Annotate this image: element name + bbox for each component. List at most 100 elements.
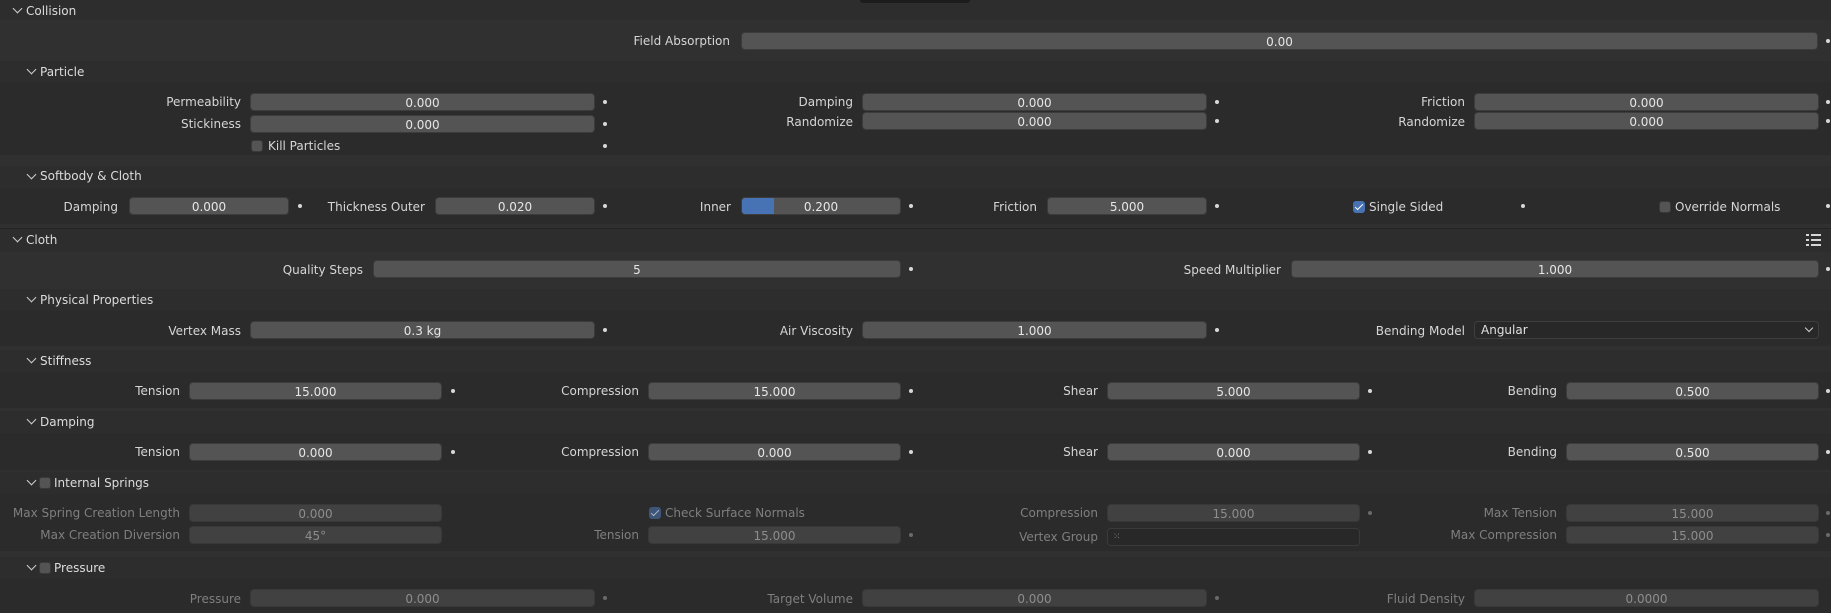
particle-friction-field[interactable]: 0.000 bbox=[1474, 93, 1819, 111]
damping-compression-label: Compression bbox=[561, 445, 639, 459]
speed-multiplier-label: Speed Multiplier bbox=[1183, 263, 1281, 277]
pressure-keyframe-dot[interactable] bbox=[603, 596, 607, 600]
stickiness-label: Stickiness bbox=[180, 117, 241, 131]
collision-panel-header[interactable] bbox=[0, 0, 1831, 20]
damping-compression-keyframe-dot[interactable] bbox=[909, 450, 913, 454]
is-compression-keyframe-dot[interactable] bbox=[1368, 511, 1372, 515]
damping-tension-keyframe-dot[interactable] bbox=[451, 450, 455, 454]
stickiness-field[interactable]: 0.000 bbox=[250, 115, 595, 133]
thickness-outer-field[interactable]: 0.020 bbox=[435, 197, 595, 215]
permeability-keyframe-dot[interactable] bbox=[603, 100, 607, 104]
permeability-field[interactable]: 0.000 bbox=[250, 93, 595, 111]
physical-properties-subpanel-header[interactable] bbox=[0, 289, 1831, 311]
internal-springs-title: Internal Springs bbox=[54, 476, 150, 490]
max-compression-keyframe-dot[interactable] bbox=[1826, 533, 1830, 537]
target-volume-keyframe-dot[interactable] bbox=[1215, 596, 1219, 600]
is-tension-label: Tension bbox=[594, 528, 639, 542]
stiffness-tension-field[interactable]: 15.000 bbox=[189, 382, 442, 400]
particle-friction-label: Friction bbox=[1421, 95, 1465, 109]
vertex-group-label: Vertex Group bbox=[1019, 530, 1098, 544]
pressure-subpanel-header[interactable] bbox=[0, 557, 1831, 579]
friction-randomize-keyframe-dot[interactable] bbox=[1826, 119, 1830, 123]
speed-multiplier-field[interactable]: 1.000 bbox=[1291, 260, 1819, 278]
inner-keyframe-dot[interactable] bbox=[909, 204, 913, 208]
max-tension-keyframe-dot[interactable] bbox=[1826, 511, 1830, 515]
internal-springs-enable-checkbox[interactable] bbox=[39, 477, 51, 489]
damping-subpanel-header[interactable] bbox=[0, 411, 1831, 433]
quality-steps-keyframe-dot[interactable] bbox=[909, 267, 913, 271]
stickiness-keyframe-dot[interactable] bbox=[603, 122, 607, 126]
damping-bending-keyframe-dot[interactable] bbox=[1826, 450, 1830, 454]
check-surface-normals-checkbox[interactable] bbox=[649, 507, 661, 519]
is-compression-label: Compression bbox=[1020, 506, 1098, 520]
stiffness-compression-keyframe-dot[interactable] bbox=[909, 389, 913, 393]
max-creation-diversion-field[interactable]: 45° bbox=[189, 526, 442, 544]
collision-title: Collision bbox=[26, 4, 77, 18]
target-volume-field[interactable]: 0.000 bbox=[862, 589, 1207, 607]
max-compression-field[interactable]: 15.000 bbox=[1566, 526, 1819, 544]
vertex-group-field[interactable]: ⁙ bbox=[1107, 528, 1360, 546]
single-sided-checkbox[interactable] bbox=[1353, 201, 1365, 213]
pressure-label: Pressure bbox=[189, 592, 241, 606]
air-viscosity-field[interactable]: 1.000 bbox=[862, 321, 1207, 339]
particle-damping-keyframe-dot[interactable] bbox=[1215, 100, 1219, 104]
list-icon[interactable] bbox=[1806, 233, 1822, 247]
stiffness-tension-keyframe-dot[interactable] bbox=[451, 389, 455, 393]
friction-randomize-field[interactable]: 0.000 bbox=[1474, 112, 1819, 130]
stiffness-bending-field[interactable]: 0.500 bbox=[1566, 382, 1819, 400]
damping-bending-field[interactable]: 0.500 bbox=[1566, 443, 1819, 461]
damping-shear-keyframe-dot[interactable] bbox=[1368, 450, 1372, 454]
stiffness-shear-keyframe-dot[interactable] bbox=[1368, 389, 1372, 393]
sb-damping-keyframe-dot[interactable] bbox=[298, 204, 302, 208]
air-viscosity-keyframe-dot[interactable] bbox=[1215, 328, 1219, 332]
damping-randomize-keyframe-dot[interactable] bbox=[1215, 119, 1219, 123]
sb-friction-keyframe-dot[interactable] bbox=[1215, 204, 1219, 208]
sb-friction-field[interactable]: 5.000 bbox=[1047, 197, 1207, 215]
thickness-outer-keyframe-dot[interactable] bbox=[603, 204, 607, 208]
single-sided-label: Single Sided bbox=[1369, 200, 1444, 214]
stiffness-tension-label: Tension bbox=[135, 384, 180, 398]
pressure-enable-checkbox[interactable] bbox=[39, 562, 51, 574]
pressure-field[interactable]: 0.000 bbox=[250, 589, 595, 607]
cloth-panel-header[interactable] bbox=[0, 228, 1831, 253]
override-normals-keyframe-dot[interactable] bbox=[1826, 204, 1830, 208]
bending-model-label: Bending Model bbox=[1375, 324, 1465, 338]
sb-damping-field[interactable]: 0.000 bbox=[129, 197, 289, 215]
max-tension-field[interactable]: 15.000 bbox=[1566, 504, 1819, 522]
bending-model-dropdown[interactable]: Angular bbox=[1474, 321, 1819, 339]
speed-multiplier-keyframe-dot[interactable] bbox=[1826, 267, 1830, 271]
max-spring-creation-length-field[interactable]: 0.000 bbox=[189, 504, 442, 522]
top-edge-widget bbox=[860, 0, 970, 3]
kill-particles-checkbox[interactable] bbox=[251, 140, 263, 152]
override-normals-checkbox[interactable] bbox=[1659, 201, 1671, 213]
kill-particles-keyframe-dot[interactable] bbox=[603, 144, 607, 148]
vertex-mass-keyframe-dot[interactable] bbox=[603, 328, 607, 332]
fluid-density-field[interactable]: 0.0000 bbox=[1474, 589, 1819, 607]
stiffness-compression-label: Compression bbox=[561, 384, 639, 398]
sb-damping-label: Damping bbox=[63, 200, 118, 214]
single-sided-keyframe-dot[interactable] bbox=[1521, 204, 1525, 208]
damping-randomize-field[interactable]: 0.000 bbox=[862, 112, 1207, 130]
particle-friction-keyframe-dot[interactable] bbox=[1826, 100, 1830, 104]
quality-steps-field[interactable]: 5 bbox=[373, 260, 901, 278]
damping-tension-field[interactable]: 0.000 bbox=[189, 443, 442, 461]
stiffness-bending-keyframe-dot[interactable] bbox=[1826, 389, 1830, 393]
particle-subpanel-header[interactable] bbox=[0, 61, 1831, 83]
stiffness-compression-field[interactable]: 15.000 bbox=[648, 382, 901, 400]
damping-shear-field[interactable]: 0.000 bbox=[1107, 443, 1360, 461]
internal-springs-subpanel-header[interactable] bbox=[0, 472, 1831, 494]
damping-compression-field[interactable]: 0.000 bbox=[648, 443, 901, 461]
stiffness-subpanel-header[interactable] bbox=[0, 350, 1831, 372]
is-tension-keyframe-dot[interactable] bbox=[909, 533, 913, 537]
field-absorption-keyframe-dot[interactable] bbox=[1826, 39, 1830, 43]
inner-slider[interactable]: 0.200 bbox=[741, 197, 901, 215]
friction-randomize-label: Randomize bbox=[1398, 115, 1465, 129]
softbody-cloth-subpanel-header[interactable] bbox=[0, 166, 1831, 188]
is-tension-field[interactable]: 15.000 bbox=[648, 526, 901, 544]
particle-damping-field[interactable]: 0.000 bbox=[862, 93, 1207, 111]
is-compression-field[interactable]: 15.000 bbox=[1107, 504, 1360, 522]
chevron-down-icon bbox=[1804, 323, 1814, 333]
stiffness-shear-field[interactable]: 5.000 bbox=[1107, 382, 1360, 400]
field-absorption-field[interactable]: 0.00 bbox=[741, 32, 1818, 50]
vertex-mass-field[interactable]: 0.3 kg bbox=[250, 321, 595, 339]
